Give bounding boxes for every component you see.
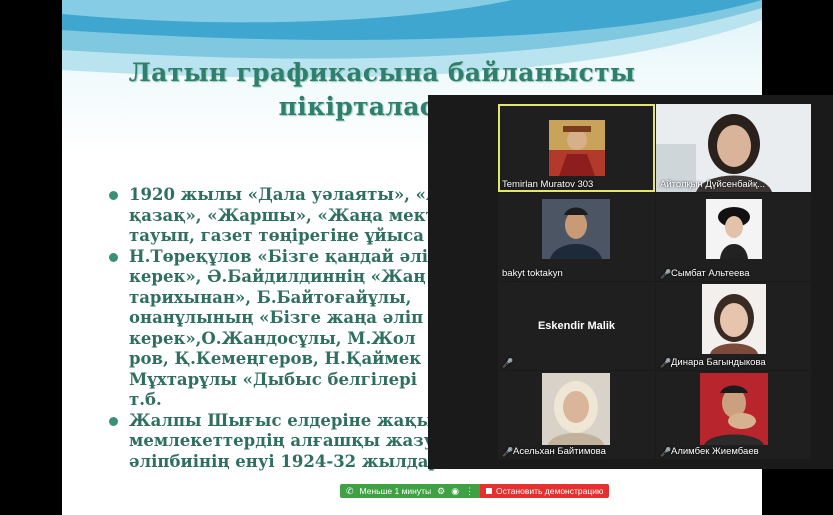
muted-mic-icon: 🎤 [660,446,672,457]
participant-name-tag: 🎤 [502,358,513,368]
participant-name: Алимбек Жиембаев [671,446,759,457]
share-status-group: ✆ Меньше 1 минуты ⚙ ◉ ⋮ [340,484,481,498]
participant-video [702,284,766,354]
slide-title-line1: Латын графикасына байланысты [128,58,636,87]
participant-name: Сымбат Альтеева [671,268,750,279]
participant-name-tag: 🎤 Сымбат Альтеева [660,268,750,279]
signal-icon: ✆ [346,485,354,496]
stop-share-button[interactable]: Остановить демонстрацию [480,484,610,498]
participant-name-tag: 🎤 Алимбек Жиембаев [660,446,759,457]
participant-tile[interactable]: 🎤 Сымбат Альтеева [656,193,811,281]
screen-share: Латын графикасына байланысты пікірталаст… [0,0,833,515]
participant-tile[interactable]: 🎤 Динара Багындыкова [656,282,811,370]
muted-mic-icon: 🎤 [660,357,672,368]
participant-name-tag: bakyt toktakyn [502,268,563,279]
participant-name-tag: 🎤 Асельхан Байтимова [502,446,606,457]
settings-icon[interactable]: ⚙ [437,486,445,497]
muted-mic-icon: 🎤 [502,446,514,457]
participant-video [542,373,610,445]
participant-name-tag: Айтолқын Дүйсенбайқ... [660,179,765,190]
participant-tile[interactable]: Айтолқын Дүйсенбайқ... [656,104,811,192]
participant-center-name: Eskendir Malik [537,320,616,332]
participant-name: Асельхан Байтимова [513,446,606,457]
video-gallery-panel[interactable]: Temirlan Muratov 303 Айтолқын Дүйсенбайқ… [428,95,833,469]
participant-video [542,199,610,259]
participant-tile[interactable]: 🎤 Алимбек Жиембаев [656,371,811,459]
participant-tile[interactable]: 🎤 Асельхан Байтимова [498,371,655,459]
more-icon[interactable]: ⋮ [465,486,474,497]
muted-mic-icon: 🎤 [660,268,672,279]
portrait-avatar-image [549,120,605,176]
meeting-timer: Меньше 1 минуты [359,486,432,496]
stop-share-label: Остановить демонстрацию [496,486,604,496]
share-control-bar: ✆ Меньше 1 минуты ⚙ ◉ ⋮ Остановить демон… [340,484,610,498]
participant-tile[interactable]: bakyt toktakyn [498,193,655,281]
participant-name-tag: Temirlan Muratov 303 [502,179,593,190]
participant-video [700,373,768,445]
participant-name: Динара Багындыкова [671,357,766,368]
participant-tile[interactable]: Temirlan Muratov 303 [498,104,655,192]
participant-tile[interactable]: Eskendir Malik 🎤 [498,282,655,370]
muted-mic-icon: 🎤 [502,358,514,368]
participant-name: Temirlan Muratov 303 [502,179,594,190]
participant-name: Айтолқын Дүйсенбайқ... [660,179,766,190]
stop-icon [486,488,493,494]
shield-icon[interactable]: ◉ [451,486,459,497]
participant-name: bakyt toktakyn [502,268,563,279]
participant-video [706,199,762,259]
participant-name-tag: 🎤 Динара Багындыкова [660,357,766,368]
